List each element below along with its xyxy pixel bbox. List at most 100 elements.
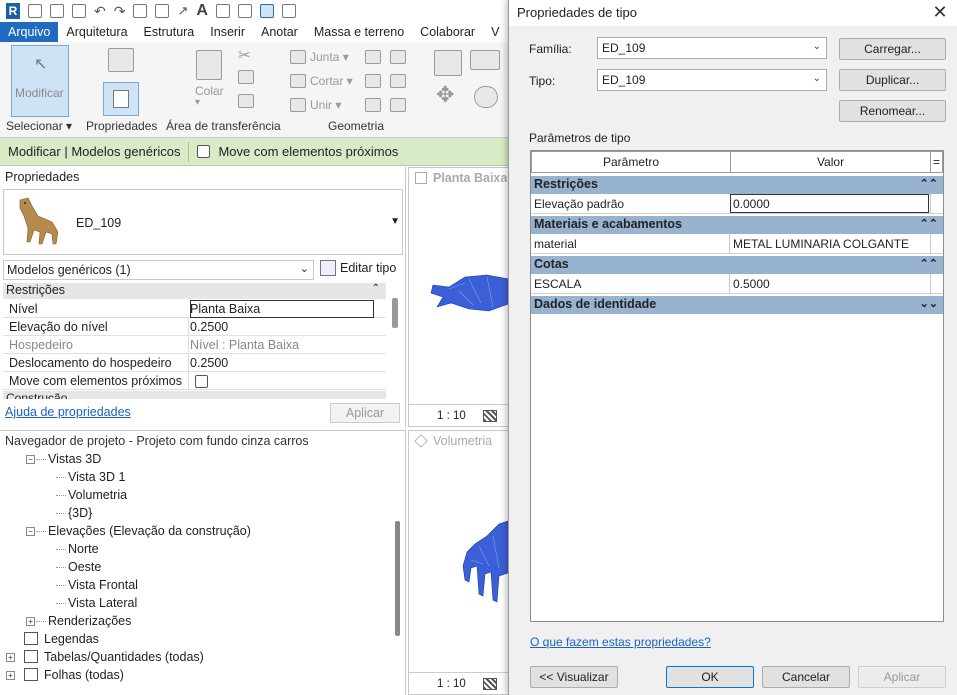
apply-button[interactable]: Aplicar xyxy=(330,403,400,423)
volumetria-scale[interactable]: 1 : 10 xyxy=(437,678,466,690)
detail-level-icon[interactable] xyxy=(482,410,497,422)
move-icon[interactable]: ✥ xyxy=(436,82,454,108)
section-materiais[interactable]: Materiais e acabamentos ⌃⌃ xyxy=(531,216,943,234)
properties-button[interactable] xyxy=(103,82,139,116)
split-face-icon[interactable] xyxy=(390,50,406,64)
column-formula[interactable]: = xyxy=(930,151,943,173)
close-hidden-icon[interactable] xyxy=(281,4,296,18)
revit-logo-icon[interactable]: R xyxy=(6,3,20,19)
tree-elevacoes[interactable]: Elevações (Elevação da construção) xyxy=(48,524,251,538)
text-icon[interactable]: A xyxy=(196,2,208,20)
tab-arquitetura[interactable]: Arquitetura xyxy=(58,22,135,42)
props-scrollbar[interactable] xyxy=(392,298,398,328)
prop-row-nivel[interactable]: Nível Planta Baixa xyxy=(3,300,386,318)
help-link[interactable]: O que fazem estas propriedades? xyxy=(530,635,711,649)
instance-filter-dropdown[interactable]: Modelos genéricos (1) ⌄ xyxy=(3,260,314,280)
align-icon[interactable] xyxy=(434,50,462,76)
load-button[interactable]: Carregar... xyxy=(839,38,946,60)
help-link[interactable]: Ajuda de propriedades xyxy=(5,405,131,419)
tree-volumetria[interactable]: Volumetria xyxy=(68,488,127,502)
param-row-escala[interactable]: ESCALA 0.5000 xyxy=(531,274,943,294)
panel-selecionar[interactable]: Selecionar ▾ xyxy=(6,119,72,133)
close-icon[interactable]: ✕ xyxy=(930,2,950,23)
section-restricoes[interactable]: Restrições ⌃ xyxy=(3,283,386,299)
expand-icon[interactable]: + xyxy=(26,617,35,626)
open-icon[interactable] xyxy=(28,4,42,18)
cancel-button[interactable]: Cancelar xyxy=(762,666,850,688)
print-icon[interactable] xyxy=(133,4,148,18)
offset-icon[interactable] xyxy=(470,50,500,70)
section-dados-identidade[interactable]: Dados de identidade ⌄⌄ xyxy=(531,296,943,314)
cut-geometry-button[interactable]: Cortar ▾ xyxy=(310,74,353,88)
tree-vista-3d-1[interactable]: Vista 3D 1 xyxy=(68,470,125,484)
modify-button[interactable]: ↖ Modificar xyxy=(11,45,69,117)
tree-norte[interactable]: Norte xyxy=(68,542,99,556)
unjoin-button[interactable]: Unir ▾ xyxy=(310,98,341,112)
plan-model-shape[interactable] xyxy=(429,263,510,333)
familia-dropdown[interactable]: ED_109 ⌄ xyxy=(597,37,827,59)
prop-row-move[interactable]: Move com elementos próximos xyxy=(3,372,386,390)
undo-icon[interactable]: ↶ xyxy=(94,3,106,20)
measure-icon[interactable] xyxy=(155,4,170,18)
prop-row-elevacao-nivel[interactable]: Elevação do nível 0.2500 xyxy=(3,318,386,336)
unjoin-icon[interactable] xyxy=(290,98,306,112)
expand-icon[interactable]: + xyxy=(6,653,15,662)
section-restricoes[interactable]: Restrições ⌃⌃ xyxy=(531,176,943,194)
copy-icon[interactable] xyxy=(238,70,254,84)
column-valor[interactable]: Valor xyxy=(730,151,931,173)
expand-icon[interactable]: + xyxy=(6,671,15,680)
tipo-dropdown[interactable]: ED_109 ⌄ xyxy=(597,69,827,91)
prop-row-deslocamento[interactable]: Deslocamento do hospedeiro 0.2500 xyxy=(3,354,386,372)
type-properties-icon[interactable] xyxy=(108,48,134,72)
plan-view[interactable]: Planta Baixa 1 : 10 xyxy=(408,167,510,427)
join-roof-icon[interactable] xyxy=(390,74,406,88)
dimension-icon[interactable]: ↗ xyxy=(177,3,188,19)
demolish-icon[interactable] xyxy=(390,98,406,112)
detail-level-icon[interactable] xyxy=(482,678,497,690)
section-construcao[interactable]: Construção xyxy=(3,391,386,399)
join-button[interactable]: Junta ▾ xyxy=(310,50,349,64)
volumetria-view[interactable]: Volumetria 1 : 10 xyxy=(408,430,510,695)
tree-oeste[interactable]: Oeste xyxy=(68,560,101,574)
sync-icon[interactable] xyxy=(72,4,86,18)
preview-button[interactable]: << Visualizar xyxy=(530,666,618,688)
rename-button[interactable]: Renomear... xyxy=(839,100,946,122)
cope-icon[interactable] xyxy=(290,50,306,64)
tab-inserir[interactable]: Inserir xyxy=(202,22,253,42)
type-dropdown-chevron-icon[interactable]: ▼ xyxy=(390,216,400,227)
move-checkbox[interactable] xyxy=(195,375,208,388)
redo-icon[interactable]: ↷ xyxy=(114,3,126,20)
section-cotas[interactable]: Cotas ⌃⌃ xyxy=(531,256,943,274)
plan-scale[interactable]: 1 : 10 xyxy=(437,410,466,422)
wall-join-icon[interactable] xyxy=(365,50,381,64)
collapse-icon[interactable]: − xyxy=(26,527,35,536)
duplicate-button[interactable]: Duplicar... xyxy=(839,69,946,91)
tree-vista-lateral[interactable]: Vista Lateral xyxy=(68,596,137,610)
tab-colaborar[interactable]: Colaborar xyxy=(412,22,483,42)
volumetria-model-shape[interactable] xyxy=(459,516,510,606)
edit-type-button[interactable]: Editar tipo xyxy=(320,260,396,276)
move-with-nearby-checkbox[interactable] xyxy=(197,145,211,158)
ok-button[interactable]: OK xyxy=(666,666,754,688)
tree-3d[interactable]: {3D} xyxy=(68,506,92,520)
type-selector[interactable]: ED_109 ▼ xyxy=(3,189,403,255)
beam-join-icon[interactable] xyxy=(365,98,381,112)
tab-vista[interactable]: V xyxy=(483,22,507,42)
cut-icon[interactable]: ✂ xyxy=(238,46,251,64)
save-icon[interactable] xyxy=(50,4,64,18)
switch-windows-icon[interactable] xyxy=(259,4,274,18)
paste-chevron-icon[interactable]: ▾ xyxy=(195,97,200,108)
browser-scrollbar[interactable] xyxy=(395,521,400,636)
rotate-icon[interactable] xyxy=(474,86,498,108)
tag-icon[interactable] xyxy=(237,4,252,18)
param-row-material[interactable]: material METAL LUMINARIA COLGANTE xyxy=(531,234,943,254)
3d-view-icon[interactable] xyxy=(215,4,230,18)
param-row-elevacao-padrao[interactable]: Elevação padrão 0.0000 xyxy=(531,194,943,214)
tab-arquivo[interactable]: Arquivo xyxy=(0,22,59,42)
tree-vistas-3d[interactable]: Vistas 3D xyxy=(48,452,101,466)
tree-folhas[interactable]: Folhas (todas) xyxy=(44,668,124,682)
tab-estrutura[interactable]: Estrutura xyxy=(136,22,203,42)
tab-massa-terreno[interactable]: Massa e terreno xyxy=(306,22,412,42)
apply-button[interactable]: Aplicar xyxy=(858,666,946,688)
tree-vista-frontal[interactable]: Vista Frontal xyxy=(68,578,138,592)
